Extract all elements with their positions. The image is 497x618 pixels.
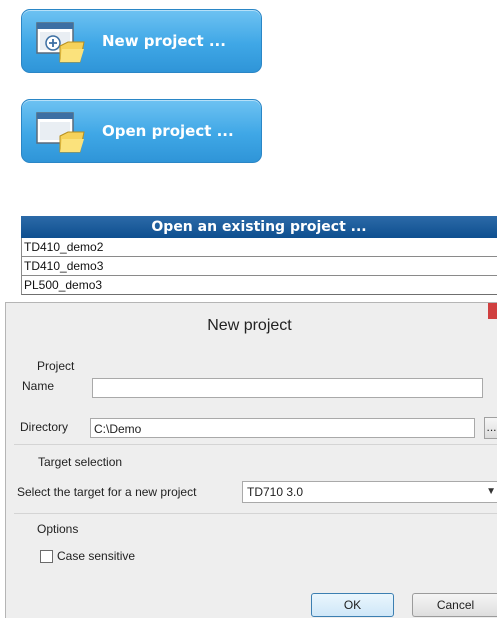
new-project-button[interactable]: New project ... xyxy=(21,9,262,73)
open-project-button[interactable]: Open project ... xyxy=(21,99,262,163)
directory-input[interactable]: C:\Demo xyxy=(90,418,475,438)
case-sensitive-label: Case sensitive xyxy=(57,549,136,563)
new-project-folder-icon xyxy=(36,22,85,63)
separator xyxy=(14,513,497,514)
open-project-label: Open project ... xyxy=(102,122,234,140)
dialog-title: New project xyxy=(207,317,292,334)
new-project-dialog: New project Project Name Directory C:\De… xyxy=(5,302,497,618)
existing-projects-header: Open an existing project ... xyxy=(21,216,497,238)
existing-project-row[interactable]: TD410_demo3 xyxy=(21,257,497,276)
target-label: Select the target for a new project xyxy=(17,485,197,499)
target-select[interactable]: TD710 3.0 ▼ xyxy=(242,481,497,503)
cancel-button[interactable]: Cancel xyxy=(412,593,497,617)
existing-project-row[interactable]: PL500_demo3 xyxy=(21,276,497,295)
open-project-folder-icon xyxy=(36,112,85,153)
separator xyxy=(14,444,497,445)
existing-project-row[interactable]: TD410_demo2 xyxy=(21,238,497,257)
name-input[interactable] xyxy=(92,378,483,398)
directory-label: Directory xyxy=(20,420,69,434)
options-section-label: Options xyxy=(37,522,79,536)
browse-button[interactable]: ... xyxy=(484,417,497,439)
existing-projects-rows: TD410_demo2 TD410_demo3 PL500_demo3 xyxy=(21,238,497,295)
target-section-label: Target selection xyxy=(38,455,123,469)
target-selected-value: TD710 3.0 xyxy=(247,485,304,499)
case-sensitive-checkbox[interactable] xyxy=(40,550,53,563)
ok-button[interactable]: OK xyxy=(311,593,394,617)
project-launcher: New project ... Open project ... Open an… xyxy=(0,0,497,300)
name-label: Name xyxy=(22,379,55,393)
new-project-label: New project ... xyxy=(102,32,226,50)
chevron-down-icon: ▼ xyxy=(486,486,496,497)
project-section-label: Project xyxy=(37,359,75,373)
existing-projects-list: Open an existing project ... TD410_demo2… xyxy=(21,216,497,295)
